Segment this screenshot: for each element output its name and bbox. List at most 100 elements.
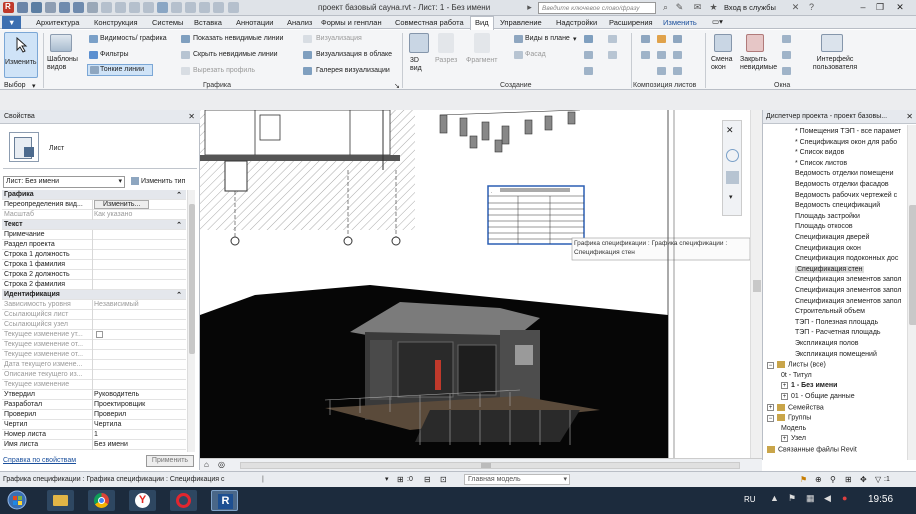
section-icon[interactable]	[171, 2, 182, 13]
expand-icon[interactable]: +	[781, 393, 788, 400]
property-row[interactable]: Масштаб Как указано	[2, 210, 186, 220]
close-properties-icon[interactable]: ✕	[188, 112, 195, 121]
filters-button[interactable]: Фильтры	[100, 51, 129, 58]
property-value[interactable]: Проектировщик	[94, 401, 145, 408]
drag-elements-icon[interactable]: ✥	[860, 475, 867, 484]
browser-item[interactable]: + Узел	[781, 435, 806, 443]
opera-taskbar-icon[interactable]	[170, 490, 197, 511]
sheet-icon[interactable]	[641, 35, 650, 43]
volume-icon[interactable]: ◀	[824, 493, 831, 504]
start-button[interactable]	[4, 490, 31, 511]
property-value[interactable]: Независимый	[94, 301, 139, 308]
customize-toolbar-icon[interactable]	[228, 2, 239, 13]
text-icon[interactable]	[143, 2, 154, 13]
browser-item[interactable]: + Семейства	[767, 403, 824, 411]
3d-view-icon[interactable]	[157, 2, 168, 13]
expand-icon[interactable]: +	[781, 435, 788, 443]
view-templates-label[interactable]: Шаблоны видов	[47, 56, 79, 72]
revisions-icon[interactable]	[641, 51, 650, 59]
visibility-graphics-button[interactable]: Видимость/ графика	[100, 35, 167, 42]
undo-icon[interactable]	[59, 2, 70, 13]
tile-windows-icon[interactable]	[782, 35, 791, 43]
collapse-icon[interactable]: −	[767, 361, 774, 369]
type-selector[interactable]: Лист	[3, 127, 197, 169]
select-dropdown-icon[interactable]: ▾	[32, 82, 36, 90]
property-row[interactable]: Описание текущего из...	[2, 370, 186, 380]
antivirus-icon[interactable]: ●	[842, 493, 847, 503]
modify-button[interactable]: Изменить	[4, 32, 38, 78]
print-icon[interactable]	[87, 2, 98, 13]
filter-icon[interactable]: ▽	[875, 475, 881, 484]
plan-views-dropdown-icon[interactable]: ▾	[573, 35, 577, 43]
dimension-icon[interactable]	[115, 2, 126, 13]
close-navbar-icon[interactable]: ✕	[726, 125, 734, 136]
browser-item[interactable]: * Список видов	[795, 149, 844, 156]
language-indicator[interactable]: RU	[744, 495, 756, 504]
property-row[interactable]: Утвердил Руководитель	[2, 390, 186, 400]
elevation-button[interactable]: Фасад	[525, 51, 546, 58]
viewports-icon[interactable]	[673, 67, 682, 75]
properties-scrollbar[interactable]	[187, 190, 195, 452]
collapse-icon[interactable]: ⌃	[176, 191, 182, 199]
browser-item[interactable]: ТЭП - Полезная площадь	[795, 319, 878, 326]
explorer-taskbar-icon[interactable]	[47, 490, 74, 511]
browser-item[interactable]: Экспликация помещений	[795, 351, 877, 358]
browser-item[interactable]: Ведомость рабочих чертежей с	[795, 192, 897, 199]
render-cloud-button[interactable]: Визуализация в облаке	[316, 51, 392, 58]
plan-views-button[interactable]: Виды в плане	[525, 35, 570, 42]
view-templates-icon[interactable]	[50, 34, 72, 52]
tab-addins[interactable]: Надстройки	[556, 18, 597, 27]
property-row[interactable]: Имя листа Без имени	[2, 440, 186, 450]
visual-style-icon[interactable]: ◎	[218, 460, 225, 469]
browser-item[interactable]: Спецификация стен	[795, 265, 865, 273]
canvas-vscrollbar[interactable]	[750, 110, 762, 458]
hide-hidden-lines-button[interactable]: Скрыть невидимые линии	[193, 51, 278, 58]
thin-lines-icon[interactable]	[185, 2, 196, 13]
user-interface-icon[interactable]	[821, 34, 843, 52]
scale-icon[interactable]: ⌂	[204, 460, 209, 469]
cascade-windows-icon[interactable]	[782, 51, 791, 59]
link-icon[interactable]: ⚑	[800, 475, 807, 484]
drawing-canvas[interactable]: . Графика спецификации : Графика специфи…	[200, 110, 762, 458]
legends-icon[interactable]	[584, 67, 593, 75]
switch-windows-button[interactable]: Смена окон	[711, 56, 733, 72]
browser-item[interactable]: Строительный объем	[795, 308, 865, 315]
property-value[interactable]: Чертила	[94, 421, 121, 428]
property-row[interactable]: Текущее изменение от...	[2, 350, 186, 360]
drafting-view-icon[interactable]	[608, 35, 617, 43]
user-interface-button[interactable]: Интерфейс пользователя	[810, 56, 860, 72]
callout-icon[interactable]	[474, 33, 490, 53]
property-row[interactable]: Строка 2 фамилия	[2, 280, 186, 290]
graphics-panel-launcher-icon[interactable]: ↘	[394, 82, 400, 90]
exchange-icon[interactable]: ✕	[790, 2, 801, 13]
close-browser-icon[interactable]: ✕	[906, 112, 913, 121]
browser-item[interactable]: * Спецификация окон для рабо	[795, 139, 897, 146]
browser-item[interactable]: Площадь застройки	[795, 213, 860, 220]
design-options-icon[interactable]: ⊡	[440, 475, 447, 484]
minimize-icon[interactable]: –	[856, 1, 870, 14]
tab-views-icon[interactable]	[782, 67, 791, 75]
apply-button[interactable]: Применить	[146, 455, 194, 467]
canvas-hscrollbar[interactable]	[240, 462, 740, 469]
3d-view-icon[interactable]	[409, 33, 429, 53]
tab-massing[interactable]: Формы и генплан	[321, 18, 382, 27]
property-group-header[interactable]: Идентификация ⌃	[2, 290, 186, 300]
help-icon[interactable]: ?	[806, 2, 817, 13]
browser-item[interactable]: * Помещения ТЭП - все парамет	[795, 128, 901, 135]
switch-windows-icon[interactable]	[213, 2, 224, 13]
property-row[interactable]: Разработал Проектировщик	[2, 400, 186, 410]
signin-button[interactable]: Вход в службы	[724, 3, 776, 12]
search-icon[interactable]: ⌕	[660, 2, 671, 13]
search-input[interactable]: Введите ключевое слово/фразу	[538, 2, 656, 14]
tab-extensions[interactable]: Расширения	[609, 18, 653, 27]
tab-annotate[interactable]: Аннотации	[236, 18, 274, 27]
tab-collaborate[interactable]: Совместная работа	[395, 18, 464, 27]
property-row[interactable]: Переопределения вид... Изменить...	[2, 200, 186, 210]
property-row[interactable]: Дата текущего измене...	[2, 360, 186, 370]
browser-item[interactable]: Ведомость спецификаций	[795, 202, 880, 209]
redo-icon[interactable]	[73, 2, 84, 13]
callout-button[interactable]: Фрагмент	[466, 57, 497, 64]
browser-item[interactable]: Площадь откосов	[795, 223, 853, 230]
browser-item[interactable]: Спецификация дверей	[795, 234, 869, 241]
render-gallery-button[interactable]: Галерея визуализации	[316, 67, 390, 74]
